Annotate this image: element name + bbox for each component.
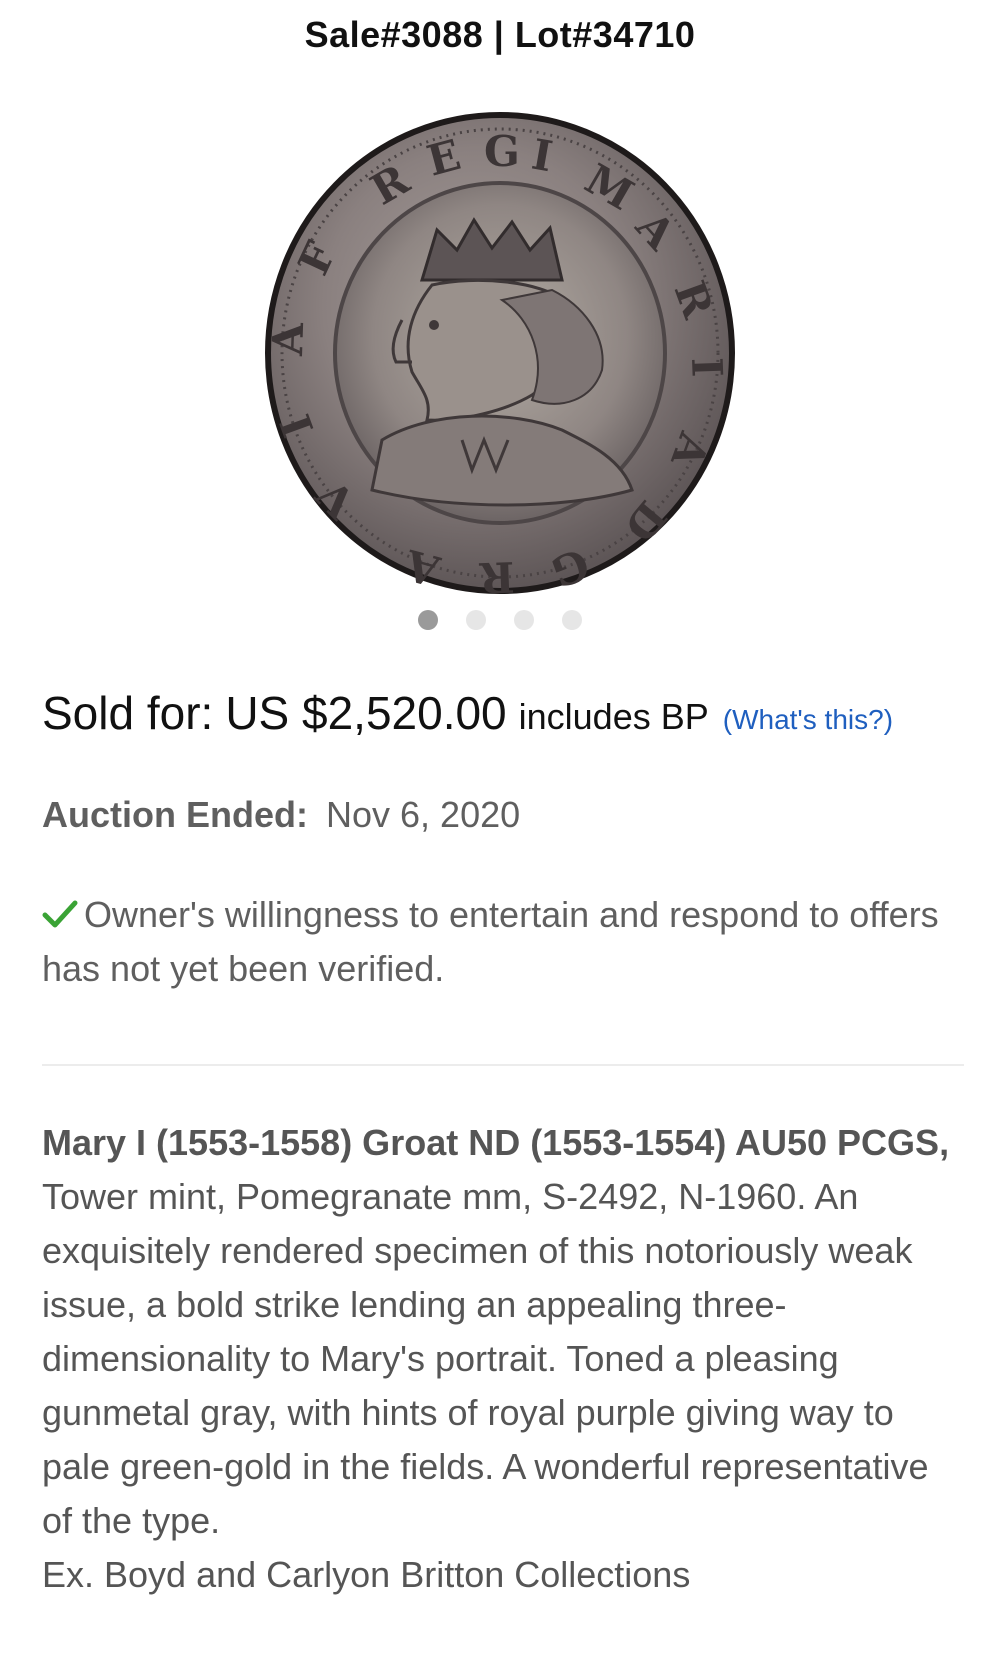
sold-amount: US $2,520.00 xyxy=(225,687,507,739)
svg-text:G: G xyxy=(484,127,520,176)
sold-price-row: Sold for: US $2,520.00 includes BP (What… xyxy=(42,686,962,740)
svg-text:R: R xyxy=(478,552,516,596)
carousel-dot-3[interactable] xyxy=(514,610,534,630)
carousel-dot-1[interactable] xyxy=(418,610,438,630)
lot-provenance: Ex. Boyd and Carlyon Britton Collections xyxy=(42,1554,691,1595)
page-title: Sale#3088 | Lot#34710 xyxy=(304,14,696,55)
owner-notice-text: Owner's willingness to entertain and res… xyxy=(42,894,939,989)
carousel-dot-2[interactable] xyxy=(466,610,486,630)
buyers-premium-note: includes BP xyxy=(518,696,709,737)
auction-ended-label: Auction Ended: xyxy=(42,794,308,835)
auction-ended-row: Auction Ended: Nov 6, 2020 xyxy=(42,794,520,836)
owner-notice: Owner's willingness to entertain and res… xyxy=(42,888,942,996)
svg-text:A: A xyxy=(263,321,313,358)
carousel-pagination xyxy=(0,610,1000,630)
svg-text:I: I xyxy=(682,357,732,378)
lot-description: Mary I (1553-1558) Groat ND (1553-1554) … xyxy=(42,1116,957,1602)
coin-image-carousel[interactable]: R E G I M A R I A D G R A V I A F xyxy=(262,110,738,596)
lot-description-body: Tower mint, Pomegranate mm, S-2492, N-19… xyxy=(42,1176,929,1541)
section-divider xyxy=(42,1064,964,1066)
check-icon xyxy=(42,900,78,928)
whats-this-link[interactable]: (What's this?) xyxy=(723,704,893,736)
lot-title: Mary I (1553-1558) Groat ND (1553-1554) … xyxy=(42,1122,950,1163)
sold-label: Sold for: xyxy=(42,687,214,739)
coin-photo[interactable]: R E G I M A R I A D G R A V I A F xyxy=(262,110,738,596)
carousel-dot-4[interactable] xyxy=(562,610,582,630)
auction-ended-date: Nov 6, 2020 xyxy=(326,794,521,835)
